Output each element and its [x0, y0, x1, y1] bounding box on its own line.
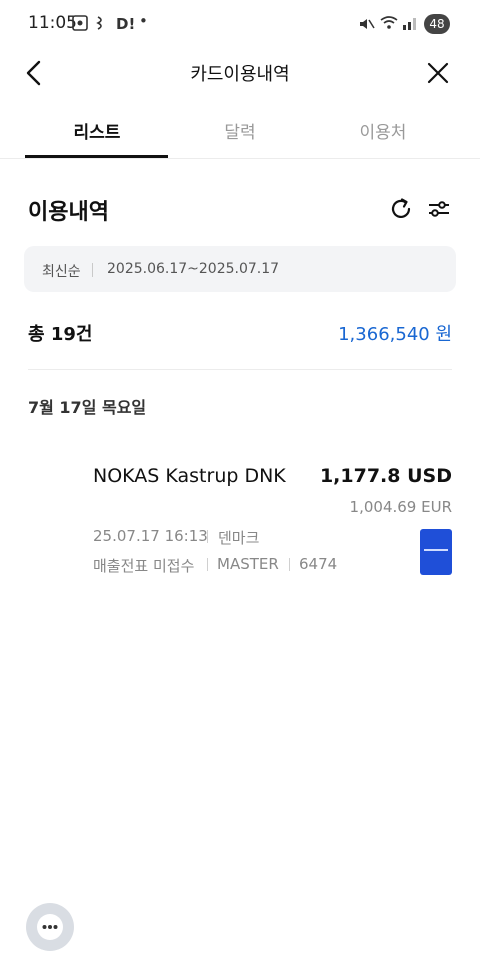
card-thumbnail: [420, 529, 452, 575]
receipt-status: 매출전표 미접수: [93, 557, 195, 575]
filter-separator: [92, 263, 93, 277]
merchant-name: NOKAS Kastrup DNK: [93, 465, 286, 487]
filter-button[interactable]: [426, 196, 452, 222]
sliders-icon: [429, 201, 449, 217]
close-icon: [427, 62, 449, 84]
total-count: 총 19건: [28, 324, 93, 345]
meta-separator: [207, 558, 208, 571]
status-bar: 11:05 D! • 48: [0, 0, 480, 48]
dot-icon: •: [139, 12, 148, 30]
card-brand: MASTER: [217, 555, 279, 573]
more-icon: [37, 914, 63, 940]
status-time: 11:05: [28, 13, 77, 33]
tab-merchants[interactable]: 이용처: [311, 118, 455, 143]
total-amount: 1,366,540 원: [338, 324, 452, 345]
link-icon: [94, 15, 108, 35]
battery-icon: 48: [424, 14, 450, 34]
divider: [28, 369, 452, 370]
date-range: 2025.06.17~2025.07.17: [107, 261, 280, 277]
transaction-country: 덴마크: [218, 529, 260, 547]
card-last4: 6474: [299, 555, 338, 573]
refresh-button[interactable]: [388, 196, 414, 222]
transaction-item[interactable]: [0, 440, 480, 951]
meta-separator: [289, 558, 290, 571]
meta-separator: [207, 530, 208, 543]
transaction-amount: 1,177.8 USD: [319, 465, 452, 487]
close-button[interactable]: [424, 58, 452, 88]
section-title: 이용내역: [28, 200, 109, 225]
sort-label: 최신순: [42, 264, 81, 280]
tab-list[interactable]: 리스트: [25, 118, 169, 143]
converted-amount: 1,004.69 EUR: [349, 498, 452, 516]
screenshot-icon: [72, 15, 88, 35]
wifi-icon: [380, 15, 398, 35]
signal-icon: [402, 15, 418, 35]
page-title: 카드이용내역: [190, 64, 290, 85]
tab-calendar[interactable]: 달력: [168, 118, 312, 143]
transaction-datetime: 25.07.17 16:13: [93, 527, 208, 545]
date-group-header: 7월 17일 목요일: [28, 398, 147, 417]
mute-icon: [358, 15, 376, 37]
merchant-avatar: [26, 903, 74, 951]
app-notification-icon: D!: [116, 15, 136, 33]
refresh-icon: [391, 198, 411, 218]
tabs-divider: [0, 158, 480, 159]
